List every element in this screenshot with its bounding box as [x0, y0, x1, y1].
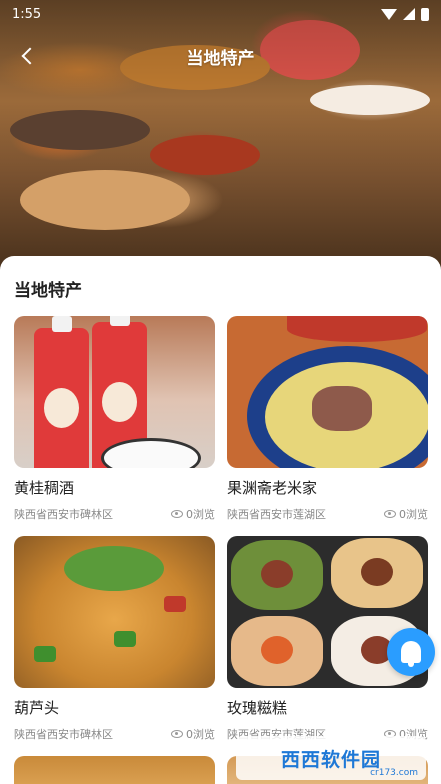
product-views: 0浏览 [186, 508, 215, 521]
product-image [227, 316, 428, 468]
status-bar: 1:55 [0, 0, 441, 28]
watermark-brand: 西西软件园 [280, 748, 381, 771]
section-title: 当地特产 [14, 281, 82, 301]
back-icon [21, 47, 39, 65]
product-name: 黄桂稠酒 [14, 479, 75, 497]
product-card[interactable]: 果渊斋老米家 陕西省西安市莲湖区 0浏览 [227, 316, 428, 522]
product-location: 陕西省西安市碑林区 [14, 508, 113, 521]
battery-icon [421, 7, 429, 21]
wifi-icon [381, 8, 397, 20]
nav-bar: 当地特产 [0, 36, 441, 76]
product-views: 0浏览 [186, 728, 215, 741]
content-sheet: 当地特产 黄桂稠酒 陕西省西安市碑林区 0浏览 果渊斋老米家 陕西省西安市莲湖区… [0, 256, 441, 784]
product-card[interactable]: 黄桂稠酒 陕西省西安市碑林区 0浏览 [14, 316, 215, 522]
status-time: 1:55 [12, 6, 42, 22]
product-name: 葫芦头 [14, 699, 60, 717]
eye-icon [171, 730, 183, 738]
product-image [14, 316, 215, 468]
product-card[interactable]: 葫芦头 陕西省西安市碑林区 0浏览 [14, 536, 215, 742]
product-views: 0浏览 [399, 508, 428, 521]
page-title: 当地特产 [186, 48, 255, 69]
product-name: 玫瑰糍糕 [227, 699, 288, 717]
product-location: 陕西省西安市莲湖区 [227, 508, 326, 521]
watermark-site: cr173.com [370, 768, 418, 778]
product-image [14, 536, 215, 688]
back-button[interactable] [14, 42, 42, 70]
eye-icon [171, 510, 183, 518]
signal-icon [403, 8, 415, 20]
product-image [14, 756, 215, 784]
customer-service-button[interactable] [387, 628, 435, 676]
bell-icon [401, 641, 421, 667]
eye-icon [384, 510, 396, 518]
product-location: 陕西省西安市碑林区 [14, 728, 113, 741]
product-name: 果渊斋老米家 [227, 479, 318, 497]
watermark-logo: 西西软件园 cr173.com [236, 736, 426, 780]
